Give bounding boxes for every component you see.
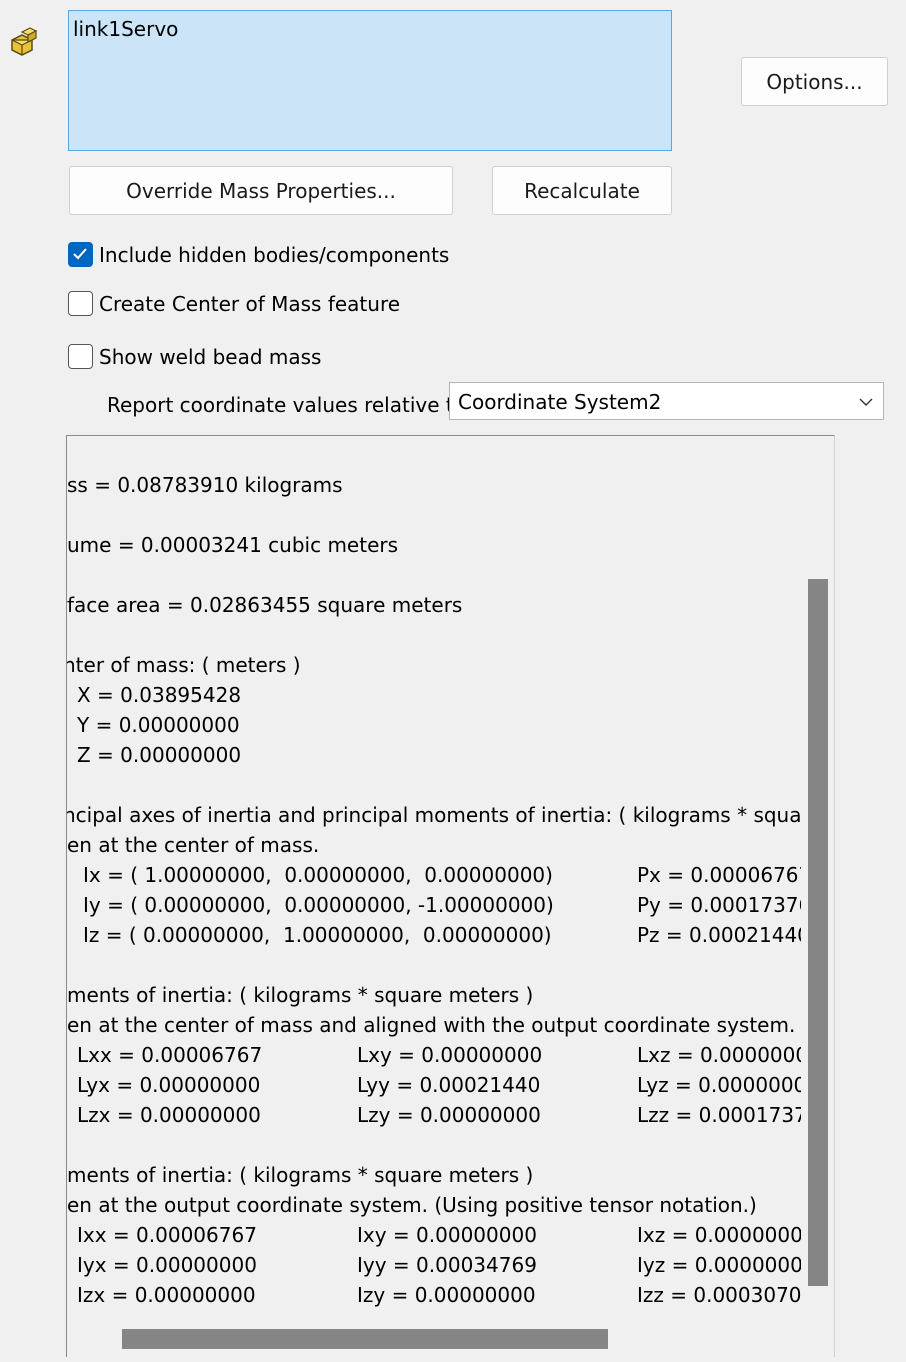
moi-ixx: Ixx = 0.00006767 (77, 1223, 257, 1247)
com-y: Y = 0.00000000 (77, 713, 240, 737)
horizontal-scrollbar-thumb[interactable] (122, 1329, 608, 1349)
report-coordinate-label: Report coordinate values relative to: (107, 393, 473, 417)
moi-izz: Izz = 0.00030705 (637, 1283, 802, 1307)
volume-line: ume = 0.00003241 cubic meters (67, 533, 399, 557)
moi-lzx: Lzx = 0.00000000 (77, 1103, 261, 1127)
recalculate-button[interactable]: Recalculate (492, 166, 672, 215)
principal-axis-ix: Ix = ( 1.00000000, 0.00000000, 0.0000000… (83, 863, 553, 887)
moi-output-taken-at: en at the output coordinate system. (Usi… (67, 1193, 757, 1217)
moi-lxx: Lxx = 0.00006767 (77, 1043, 263, 1067)
moi-lzz: Lzz = 0.00017376 (637, 1103, 802, 1127)
moi-lxy: Lxy = 0.00000000 (357, 1043, 543, 1067)
moi-izy: Izy = 0.00000000 (357, 1283, 536, 1307)
moi-ixz: Ixz = 0.00000000 (637, 1223, 802, 1247)
principal-axes-header: ncipal axes of inertia and principal mom… (67, 803, 802, 827)
selection-list[interactable]: link1Servo (68, 10, 672, 151)
com-x: X = 0.03895428 (77, 683, 242, 707)
moi-lyz: Lyz = 0.00000000 (637, 1073, 802, 1097)
moi-com-taken-at: en at the center of mass and aligned wit… (67, 1013, 802, 1037)
moi-lyx: Lyx = 0.00000000 (77, 1073, 261, 1097)
mass-properties-results[interactable]: ss = 0.08783910 kilograms ume = 0.000032… (66, 435, 835, 1357)
check-icon (73, 248, 87, 260)
moi-iyx: Iyx = 0.00000000 (77, 1253, 257, 1277)
moi-lxz: Lxz = 0.00000000 (637, 1043, 802, 1067)
part-icon (8, 26, 40, 60)
moi-output-header: ments of inertia: ( kilograms * square m… (67, 1163, 534, 1187)
center-of-mass-header: nter of mass: ( meters ) (67, 653, 301, 677)
create-center-of-mass-checkbox[interactable] (68, 291, 93, 316)
moi-iyz: Iyz = 0.00000000 (637, 1253, 802, 1277)
moi-lyy: Lyy = 0.00021440 (357, 1073, 541, 1097)
moi-izx: Izx = 0.00000000 (77, 1283, 256, 1307)
principal-taken-at: en at the center of mass. (67, 833, 320, 857)
principal-axis-iz: Iz = ( 0.00000000, 1.00000000, 0.0000000… (83, 923, 552, 947)
include-hidden-label[interactable]: Include hidden bodies/components (99, 243, 449, 267)
results-text-area: ss = 0.08783910 kilograms ume = 0.000032… (67, 436, 802, 1321)
coordinate-system-dropdown[interactable]: Coordinate System2 (449, 382, 884, 420)
moi-iyy: Iyy = 0.00034769 (357, 1253, 537, 1277)
include-hidden-checkbox[interactable] (68, 242, 93, 267)
coordinate-system-value: Coordinate System2 (458, 390, 662, 414)
principal-moment-pz: Pz = 0.00021440 (637, 923, 802, 947)
com-z: Z = 0.00000000 (77, 743, 242, 767)
create-center-of-mass-label[interactable]: Create Center of Mass feature (99, 292, 400, 316)
options-button[interactable]: Options... (741, 57, 888, 106)
principal-moment-px: Px = 0.00006767 (637, 863, 802, 887)
mass-line: ss = 0.08783910 kilograms (67, 473, 343, 497)
moi-ixy: Ixy = 0.00000000 (357, 1223, 537, 1247)
override-mass-properties-button[interactable]: Override Mass Properties... (69, 166, 453, 215)
moi-com-header: ments of inertia: ( kilograms * square m… (67, 983, 534, 1007)
moi-lzy: Lzy = 0.00000000 (357, 1103, 541, 1127)
show-weld-bead-mass-label[interactable]: Show weld bead mass (99, 345, 321, 369)
principal-axis-iy: Iy = ( 0.00000000, 0.00000000, -1.000000… (83, 893, 554, 917)
principal-moment-py: Py = 0.00017376 (637, 893, 802, 917)
selection-item-link1servo[interactable]: link1Servo (73, 17, 178, 41)
chevron-down-icon (859, 398, 873, 406)
show-weld-bead-mass-checkbox[interactable] (68, 344, 93, 369)
vertical-scrollbar-thumb[interactable] (808, 579, 828, 1286)
surface-area-line: face area = 0.02863455 square meters (67, 593, 463, 617)
